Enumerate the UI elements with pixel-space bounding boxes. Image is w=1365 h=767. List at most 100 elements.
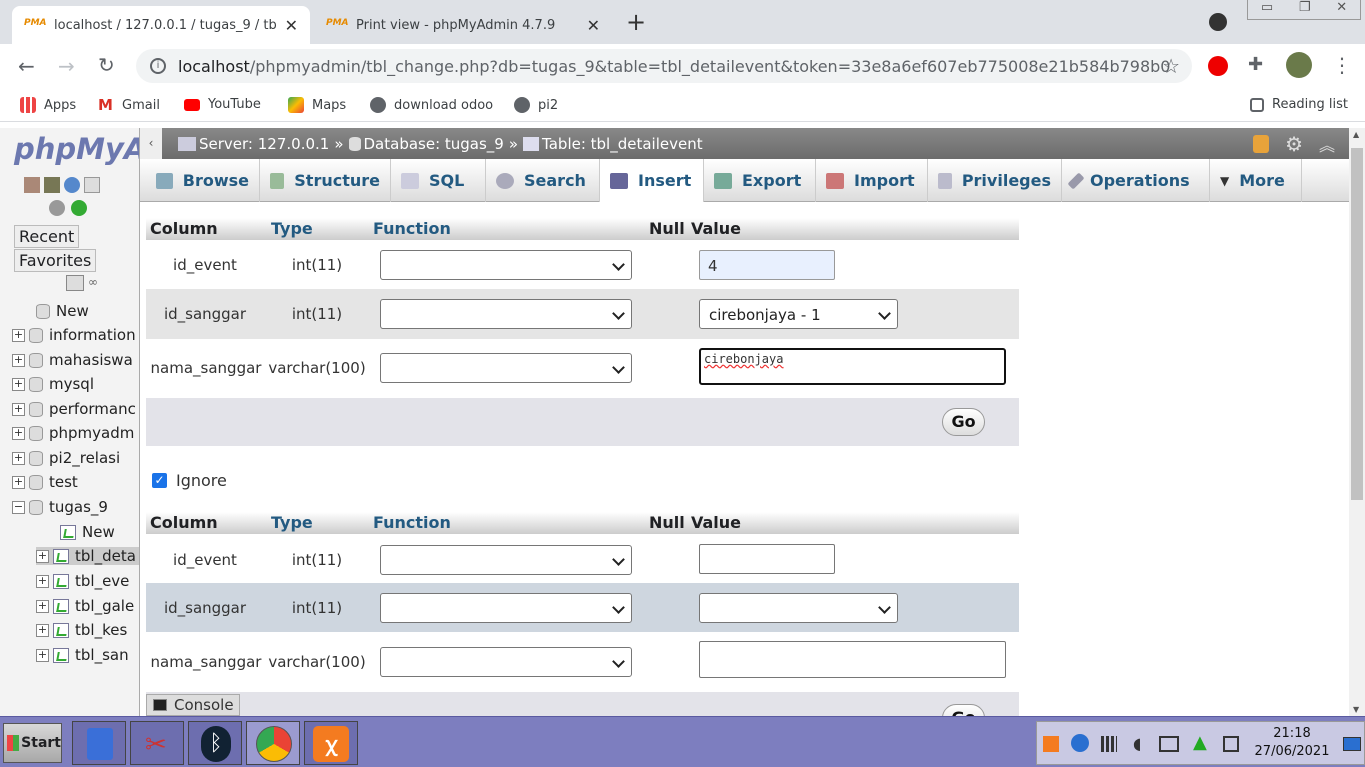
adblock-icon[interactable] [1208, 56, 1228, 76]
expand-icon[interactable]: + [12, 475, 25, 489]
docs-icon[interactable] [84, 177, 100, 193]
tab-export[interactable]: Export [704, 159, 816, 202]
start-button[interactable]: Start [3, 723, 62, 763]
tree-tugas-new[interactable]: New [60, 523, 115, 541]
signal-icon[interactable] [1101, 736, 1117, 752]
reload-icon[interactable]: ↻ [98, 53, 115, 77]
value-textarea[interactable]: cirebonjaya [699, 348, 1006, 385]
clock[interactable]: 21:18 27/06/2021 [1245, 725, 1339, 761]
value-textarea[interactable] [699, 641, 1006, 678]
tree-db-information[interactable]: + information [12, 326, 136, 344]
tab-search-icon[interactable] [1209, 13, 1227, 31]
lock-icon[interactable] [1253, 134, 1269, 153]
tree-table-tbl-kesenian[interactable]: + tbl_kes [36, 621, 127, 639]
tree-table-tbl-sanggar[interactable]: + tbl_san [36, 646, 129, 664]
tab-import[interactable]: Import [816, 159, 928, 202]
expand-icon[interactable]: + [36, 574, 49, 588]
home-icon[interactable] [24, 177, 40, 193]
address-bar[interactable]: i localhost/phpmyadmin/tbl_change.php?db… [136, 49, 1192, 83]
breadcrumb-server[interactable]: Server: 127.0.0.1 [199, 135, 329, 153]
function-select[interactable] [380, 299, 632, 329]
tree-db-phpmyadmin[interactable]: + phpmyadm [12, 424, 134, 442]
bookmark-star-icon[interactable]: ☆ [1162, 54, 1180, 78]
tab-operations[interactable]: Operations [1062, 159, 1210, 202]
tab-sql[interactable]: SQL [391, 159, 486, 202]
bookmark-apps[interactable]: Apps [20, 97, 76, 113]
profile-avatar[interactable] [1286, 52, 1312, 78]
tree-db-tugas-9[interactable]: − tugas_9 [12, 498, 108, 516]
chrome-menu-icon[interactable]: ⋮ [1332, 53, 1352, 77]
maximize-icon[interactable]: ❐ [1299, 0, 1311, 19]
function-select[interactable] [380, 250, 632, 280]
tree-db-performance[interactable]: + performanc [12, 400, 136, 418]
header-type[interactable]: Type [271, 513, 313, 532]
xampp-tray-icon[interactable] [1043, 736, 1059, 752]
expand-icon[interactable]: + [12, 402, 25, 416]
collapse-icon[interactable]: − [12, 500, 25, 514]
close-tab-icon[interactable]: ✕ [587, 16, 600, 35]
action-center-icon[interactable] [1223, 736, 1239, 752]
scroll-down-icon[interactable]: ▼ [1353, 705, 1359, 714]
forward-arrow-icon[interactable]: → [58, 54, 75, 78]
close-tab-icon[interactable]: ✕ [285, 16, 298, 35]
taskbar-bluetooth[interactable]: ᛒ [188, 721, 242, 765]
scroll-up-icon[interactable]: ▲ [1353, 130, 1359, 139]
tab-structure[interactable]: Structure [260, 159, 391, 202]
tree-table-tbl-detailevent[interactable]: + tbl_deta [36, 547, 139, 565]
tab-insert[interactable]: Insert [600, 159, 704, 202]
go-button[interactable]: Go [942, 408, 985, 436]
collapse-nav-icon[interactable]: ‹ [140, 128, 162, 159]
expand-icon[interactable]: + [12, 426, 25, 440]
expand-icon[interactable]: + [12, 377, 25, 391]
collapse-all-icon[interactable] [66, 275, 84, 291]
recent-button[interactable]: Recent [14, 225, 80, 248]
tab-more[interactable]: ▼ More [1210, 159, 1302, 202]
value-select[interactable] [699, 593, 898, 623]
tab-search[interactable]: Search [486, 159, 600, 202]
extensions-puzzle-icon[interactable]: ✚ [1248, 54, 1263, 75]
tab-privileges[interactable]: Privileges [928, 159, 1062, 202]
expand-icon[interactable]: + [12, 328, 25, 342]
settings-gear-icon[interactable] [49, 200, 65, 216]
bookmark-pi2[interactable]: pi2 [514, 97, 558, 113]
scrollbar-thumb[interactable] [1351, 148, 1363, 500]
expand-icon[interactable]: + [12, 451, 25, 465]
header-type[interactable]: Type [271, 219, 313, 238]
value-select[interactable]: cirebonjaya - 1 [699, 299, 898, 329]
console-toggle[interactable]: Console [146, 694, 240, 716]
bookmark-maps[interactable]: Maps [288, 97, 346, 113]
function-select[interactable] [380, 647, 632, 677]
value-input[interactable]: 4 [699, 250, 835, 280]
tree-db-pi2-relasi[interactable]: + pi2_relasi [12, 449, 120, 467]
favorites-button[interactable]: Favorites [14, 249, 97, 272]
new-tab-icon[interactable]: + [626, 8, 646, 36]
expand-icon[interactable]: + [36, 648, 49, 662]
bookmark-youtube[interactable]: YouTube [184, 97, 261, 112]
collapse-header-icon[interactable]: ︽ [1319, 132, 1335, 156]
value-input[interactable] [699, 544, 835, 574]
tree-new[interactable]: New [36, 302, 89, 320]
bookmark-gmail[interactable]: M Gmail [98, 97, 160, 113]
info-icon[interactable]: i [150, 58, 166, 74]
go-button[interactable]: Go [942, 704, 985, 716]
taskbar-snipping-tool[interactable]: ✂ [130, 721, 184, 765]
back-arrow-icon[interactable]: ← [18, 54, 35, 78]
logout-icon[interactable] [44, 177, 60, 193]
expand-icon[interactable]: + [36, 623, 49, 637]
tree-db-mahasiswa[interactable]: + mahasiswa [12, 351, 133, 369]
vertical-scrollbar[interactable]: ▲ ▼ [1349, 128, 1365, 716]
link-icon[interactable]: ∞ [88, 275, 104, 291]
taskbar-file-explorer[interactable] [72, 721, 126, 765]
breadcrumb-database[interactable]: Database: tugas_9 [364, 135, 504, 153]
taskbar-chrome[interactable] [246, 721, 300, 765]
reading-list-button[interactable]: Reading list [1250, 97, 1348, 112]
tree-db-mysql[interactable]: + mysql [12, 375, 94, 393]
expand-icon[interactable]: + [36, 549, 49, 563]
tree-table-tbl-event[interactable]: + tbl_eve [36, 572, 129, 590]
tree-db-test[interactable]: + test [12, 473, 78, 491]
update-icon[interactable]: ▲ [1193, 732, 1207, 753]
tab-browse[interactable]: Browse [146, 159, 260, 202]
function-select[interactable] [380, 545, 632, 575]
close-window-icon[interactable]: ✕ [1336, 0, 1347, 19]
bookmark-download-odoo[interactable]: download odoo [370, 97, 493, 113]
